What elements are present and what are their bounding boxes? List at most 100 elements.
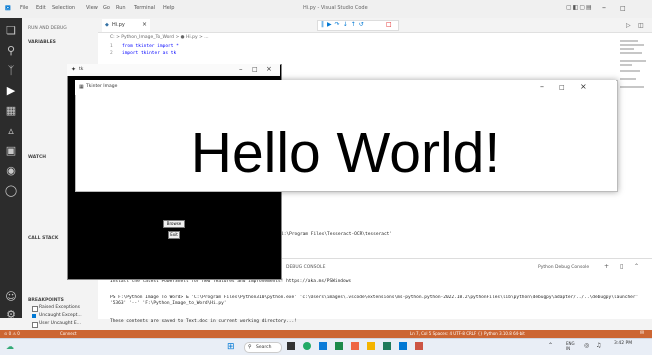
title-bar: ⧇ File Edit Selection View Go Run Termin… bbox=[0, 0, 652, 19]
menu-selection[interactable]: Selection bbox=[52, 5, 75, 11]
close-icon[interactable]: × bbox=[266, 65, 272, 73]
code-line[interactable]: from tkinter import * bbox=[122, 44, 179, 49]
checkbox[interactable] bbox=[32, 322, 38, 328]
edge-icon[interactable] bbox=[319, 342, 327, 350]
image-window-title-bar: ▦ Tkinter Image – □ × bbox=[75, 80, 616, 95]
language-indicator[interactable]: ENG IN bbox=[566, 341, 578, 351]
store-icon[interactable] bbox=[335, 342, 343, 350]
vscode-taskbar-icon[interactable] bbox=[399, 342, 407, 350]
section-call-stack[interactable]: CALL STACK bbox=[28, 236, 58, 241]
exit-button[interactable]: Exit bbox=[168, 231, 180, 239]
docker-icon[interactable]: ◉ bbox=[4, 164, 18, 178]
add-terminal-icon[interactable]: + bbox=[604, 263, 609, 270]
terminal-selector[interactable]: Python Debug Console bbox=[538, 265, 589, 270]
menu-run[interactable]: Run bbox=[116, 5, 126, 11]
browse-button[interactable]: Browse bbox=[163, 220, 185, 228]
debug-controls-icon[interactable]: ‖▶↷↓↑↺ bbox=[321, 21, 367, 28]
menu-terminal[interactable]: Terminal bbox=[134, 5, 155, 11]
windows-start-icon[interactable]: ⊞ bbox=[227, 342, 235, 352]
close-icon[interactable]: × bbox=[580, 82, 587, 91]
image-window-title: Tkinter Image bbox=[86, 84, 118, 89]
search-icon[interactable]: ⚲ bbox=[4, 44, 18, 58]
minimize-icon[interactable]: – bbox=[602, 3, 606, 12]
line-number: 1 bbox=[110, 44, 113, 49]
terminal-line: PS F:\Python Image To Word> & 'C:\Progra… bbox=[110, 295, 639, 306]
trash-icon[interactable]: ▯ bbox=[620, 263, 623, 270]
code-line[interactable]: import tkinter as tk bbox=[122, 51, 176, 56]
chat-app-icon[interactable] bbox=[303, 342, 311, 350]
tk-title: tk bbox=[79, 67, 84, 72]
debug-toolbar: ‖▶↷↓↑↺ □ bbox=[317, 20, 399, 31]
feather-icon: ✦ bbox=[71, 66, 77, 73]
menu-go[interactable]: Go bbox=[103, 5, 110, 11]
window-app-icon: ▦ bbox=[79, 84, 84, 90]
section-variables[interactable]: VARIABLES bbox=[28, 40, 56, 45]
clock[interactable]: 3:42 PM bbox=[614, 341, 632, 346]
settings-gear-icon[interactable]: ⚙ bbox=[4, 308, 18, 322]
line-number: 2 bbox=[110, 51, 113, 56]
extensions-icon[interactable]: ▦ bbox=[4, 104, 18, 118]
minimize-icon[interactable]: – bbox=[239, 65, 243, 73]
minimap[interactable] bbox=[620, 40, 648, 100]
layout-toggle-icons[interactable]: ▢◧▢▤ bbox=[566, 4, 593, 11]
search-icon: ⚲ bbox=[248, 344, 252, 350]
search-label: Search bbox=[256, 345, 272, 350]
wifi-icon[interactable]: ◎ bbox=[584, 342, 589, 349]
minimize-icon[interactable]: – bbox=[540, 82, 544, 91]
remote-icon[interactable]: ⊙ 0 ⚠ 0 bbox=[4, 331, 20, 336]
checkbox[interactable] bbox=[32, 306, 38, 312]
python-file-icon: ◆ bbox=[105, 22, 109, 28]
app-icon[interactable] bbox=[351, 342, 359, 350]
explorer-icon[interactable]: ❏ bbox=[4, 24, 18, 38]
app-icon[interactable] bbox=[383, 342, 391, 350]
menu-edit[interactable]: Edit bbox=[36, 5, 46, 11]
maximize-icon[interactable]: □ bbox=[252, 66, 258, 73]
breadcrumb[interactable]: C: > Python_Image_To_Word > ● Hi.py > ..… bbox=[110, 35, 209, 40]
section-breakpoints[interactable]: BREAKPOINTS bbox=[28, 298, 64, 303]
maximize-icon[interactable]: □ bbox=[620, 5, 626, 12]
split-editor-icon[interactable]: ◫ bbox=[638, 22, 644, 29]
tray-chevron-icon[interactable]: ⌃ bbox=[548, 342, 553, 349]
account-icon[interactable]: ☺ bbox=[4, 290, 18, 304]
menu-help[interactable]: Help bbox=[163, 5, 174, 11]
file-explorer-icon[interactable] bbox=[367, 342, 375, 350]
connect-button[interactable]: Connect bbox=[60, 331, 77, 336]
status-right[interactable]: Ln 7, Col 5 Spaces: 4 UTF-8 CRLF {} Pyth… bbox=[410, 331, 525, 336]
notifications-icon[interactable]: ✉ bbox=[640, 330, 644, 336]
menu-file[interactable]: File bbox=[20, 5, 28, 11]
task-view-icon[interactable] bbox=[287, 342, 295, 350]
panel-collapse-icon[interactable]: ⌃ bbox=[634, 263, 639, 270]
maximize-icon[interactable]: □ bbox=[559, 84, 565, 91]
run-icon[interactable]: ▷ bbox=[626, 22, 631, 29]
editor-tab[interactable]: ◆ Hi.py × bbox=[102, 19, 150, 32]
taskbar: ☁ ⊞ ⚲ Search ⌃ ENG IN ◎ ♫ 3:42 PM bbox=[0, 338, 652, 355]
run-debug-icon[interactable]: ▶ bbox=[4, 84, 18, 98]
tk-title-bar: ✦ tk – □ × bbox=[67, 64, 280, 76]
testing-icon[interactable]: ▵ bbox=[4, 124, 18, 138]
tab-label: Hi.py bbox=[112, 22, 125, 28]
stop-icon[interactable]: □ bbox=[386, 21, 392, 28]
sidebar-header: RUN AND DEBUG bbox=[28, 26, 67, 31]
breakpoint-label: Uncaught Except... bbox=[39, 313, 82, 318]
remote-explorer-icon[interactable]: ▣ bbox=[4, 144, 18, 158]
vscode-logo-icon: ⧇ bbox=[5, 3, 11, 13]
section-watch[interactable]: WATCH bbox=[28, 155, 46, 160]
checkbox-checked[interactable] bbox=[32, 314, 36, 318]
weather-icon[interactable]: ☁ bbox=[6, 342, 14, 351]
volume-icon[interactable]: ♫ bbox=[596, 342, 601, 349]
breakpoint-label: User Uncaught E... bbox=[39, 321, 81, 326]
close-tab-icon[interactable]: × bbox=[142, 21, 147, 28]
window-title: Hi.py - Visual Studio Code bbox=[303, 5, 368, 11]
terminal-line: These contents are saved to Text.doc in … bbox=[110, 319, 297, 324]
hello-world-text: Hello World! bbox=[190, 121, 501, 185]
status-bar: ⊙ 0 ⚠ 0 Connect Ln 7, Col 5 Spaces: 4 UT… bbox=[0, 330, 652, 338]
app-icon[interactable] bbox=[415, 342, 423, 350]
activity-bar: ❏ ⚲ ᛉ ▶ ▦ ▵ ▣ ◉ ◯ ☺ ⚙ bbox=[0, 18, 22, 321]
menu-view[interactable]: View bbox=[86, 5, 98, 11]
taskbar-search-box[interactable]: ⚲ Search bbox=[244, 342, 282, 353]
terminal-partial-line: l:\Program Files\Tesseract-OCR\tesseract… bbox=[281, 232, 393, 237]
breakpoint-label: Raised Exceptions bbox=[39, 305, 80, 310]
panel-tab-debug-console[interactable]: DEBUG CONSOLE bbox=[286, 265, 325, 270]
source-control-icon[interactable]: ᛉ bbox=[4, 64, 18, 78]
database-icon[interactable]: ◯ bbox=[4, 184, 18, 198]
